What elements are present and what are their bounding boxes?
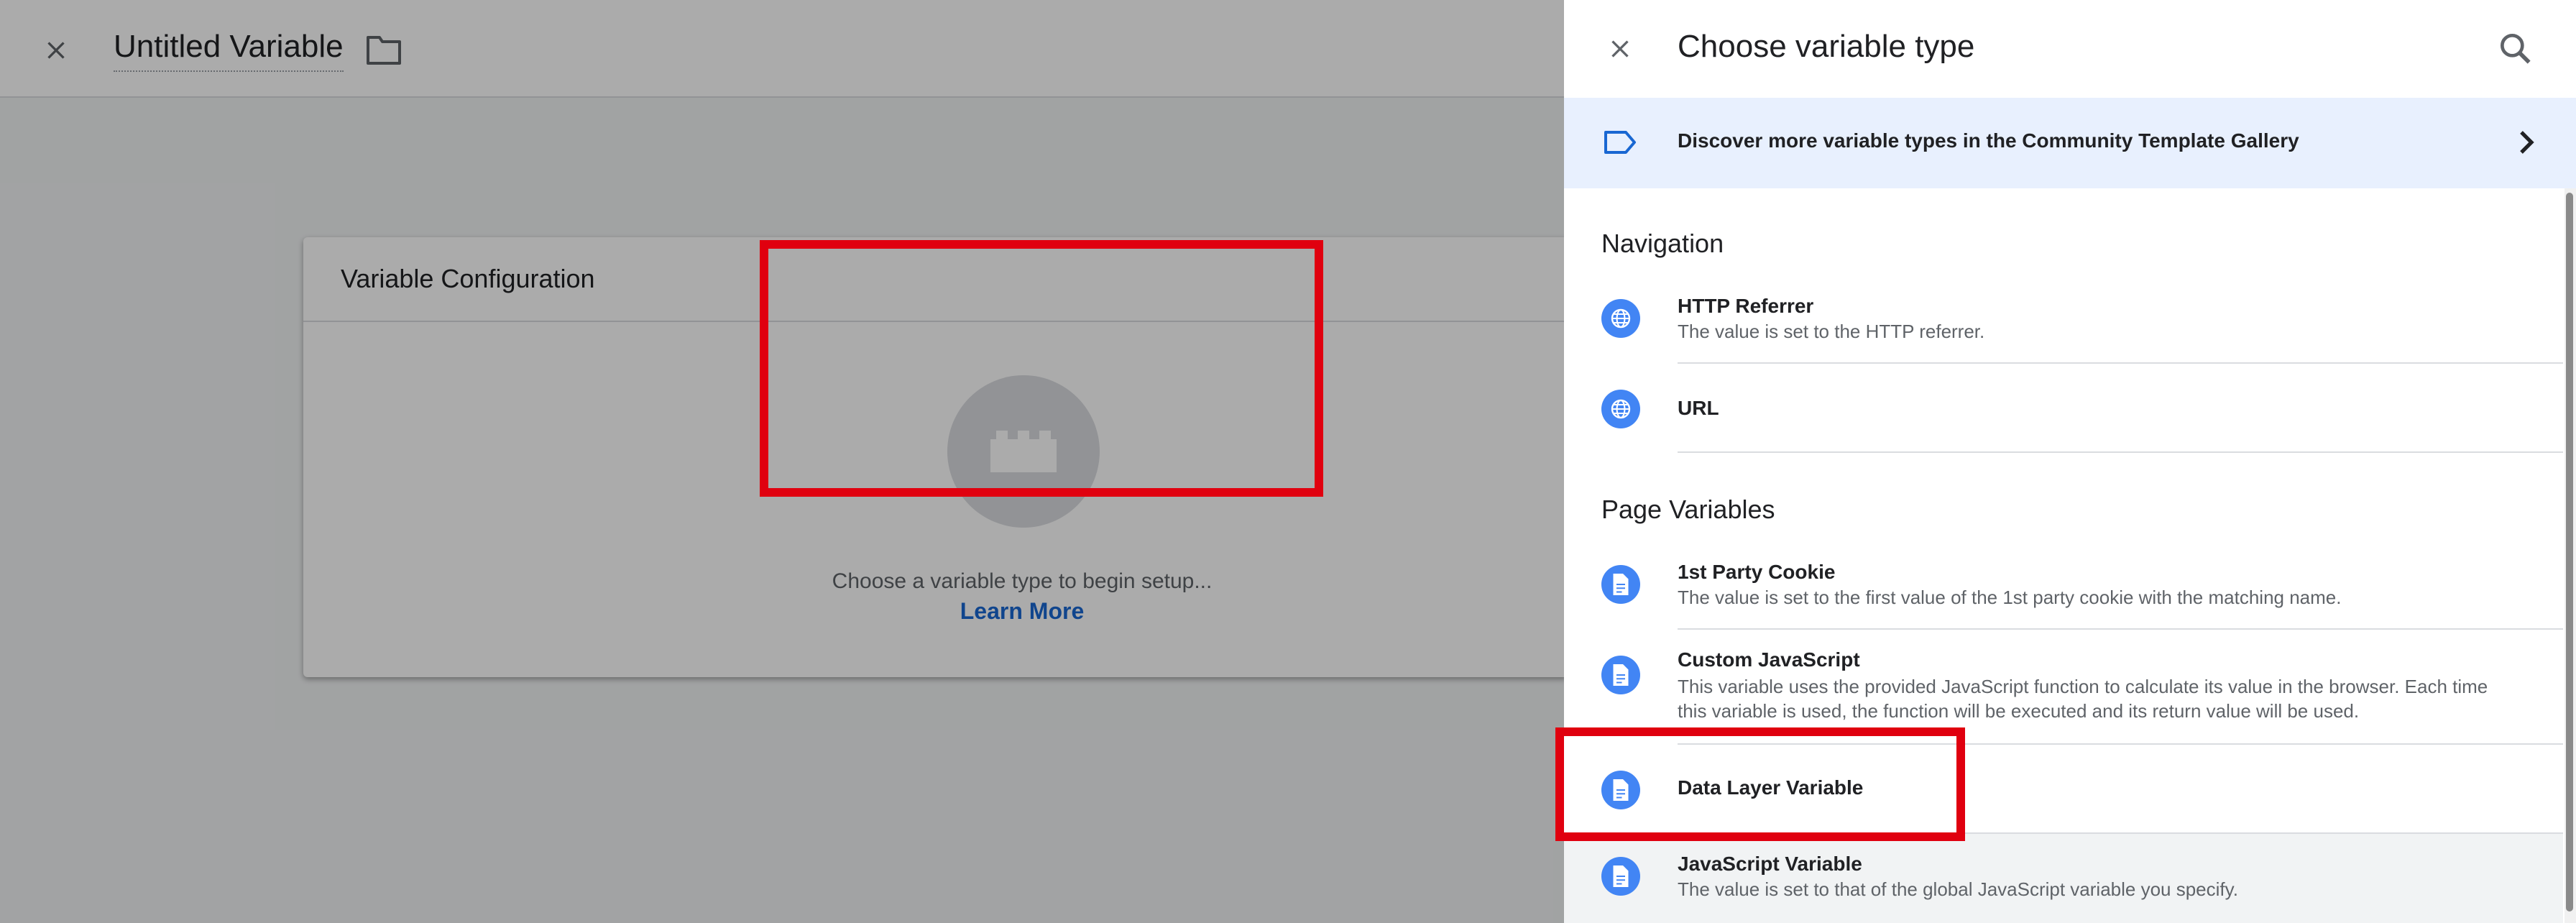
search-button[interactable] [2496, 29, 2536, 69]
close-icon [1611, 40, 1629, 58]
globe-icon [1601, 299, 1640, 338]
gallery-text: Discover more variable types in the Comm… [1678, 129, 2299, 152]
panel-scrollbar[interactable] [2564, 188, 2576, 923]
item-name: 1st Party Cookie [1678, 561, 1836, 583]
item-name: Custom JavaScript [1678, 648, 1860, 671]
document-icon [1601, 857, 1640, 896]
item-name: HTTP Referrer [1678, 295, 1814, 317]
variable-type-javascript-variable[interactable]: JavaScript Variable The value is set to … [1564, 834, 2563, 923]
variable-editor: Untitled Variable Variable Configuration… [0, 0, 1568, 923]
globe-icon [1601, 390, 1640, 428]
search-icon [2501, 34, 2531, 64]
community-gallery-link[interactable]: Discover more variable types in the Comm… [1564, 98, 2576, 188]
item-description: The value is set to the HTTP referrer. [1678, 321, 1985, 342]
panel-title: Choose variable type [1678, 29, 1975, 64]
scrollbar-thumb[interactable] [2566, 193, 2573, 911]
document-icon [1601, 565, 1640, 604]
item-description: The value is set to the first value of t… [1678, 587, 2342, 608]
tag-icon [1604, 131, 1636, 154]
panel-header: Choose variable type [1564, 0, 2576, 98]
item-description: The value is set to that of the global J… [1678, 878, 2238, 900]
highlight-annotation-data-layer [1555, 727, 1965, 841]
divider [1678, 451, 2563, 453]
panel-close-button[interactable] [1601, 30, 1639, 68]
section-title-page-variables: Page Variables [1601, 495, 1775, 524]
variable-type-http-referrer[interactable]: HTTP Referrer The value is set to the HT… [1564, 285, 2563, 364]
item-name: JavaScript Variable [1678, 853, 1862, 875]
variable-type-url[interactable]: URL [1564, 364, 2563, 453]
section-title-navigation: Navigation [1601, 229, 1724, 258]
highlight-annotation [760, 240, 1323, 497]
variable-type-1st-party-cookie[interactable]: 1st Party Cookie The value is set to the… [1564, 551, 2563, 630]
item-name: URL [1678, 397, 1719, 419]
chevron-right-icon [2520, 131, 2534, 154]
item-description: This variable uses the provided JavaScri… [1678, 676, 2488, 722]
document-icon [1601, 656, 1640, 694]
